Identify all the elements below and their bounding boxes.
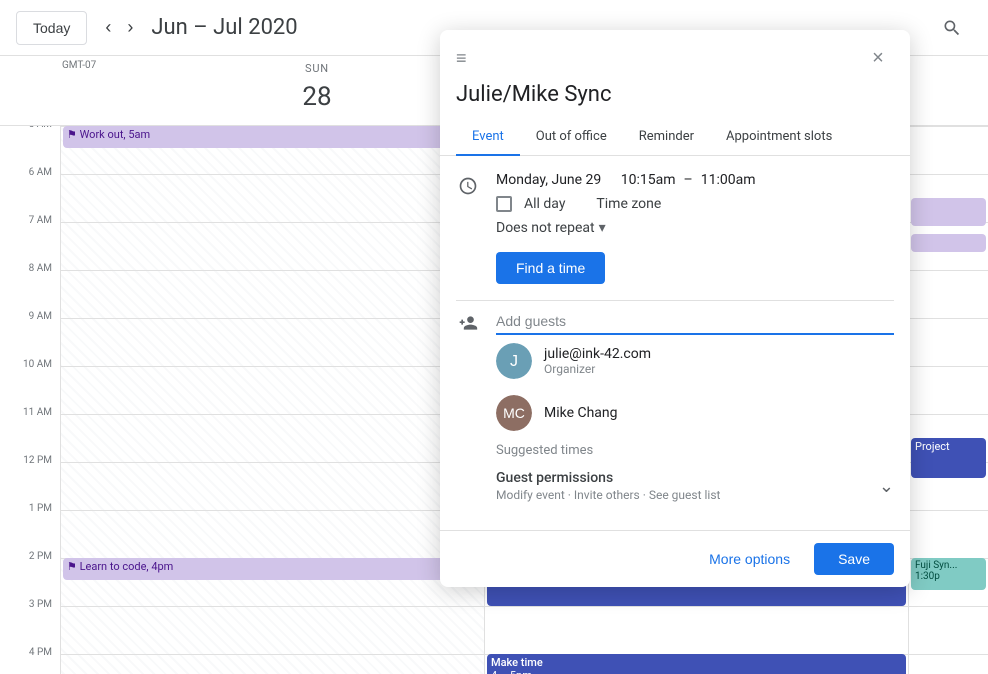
guests-content: J julie@ink-42.com Organizer [496, 309, 894, 502]
timezone-label[interactable]: Time zone [596, 196, 661, 212]
tab-reminder[interactable]: Reminder [623, 119, 710, 156]
time-5am: 5 AM [29, 126, 52, 130]
event-right-2[interactable] [911, 234, 986, 252]
time-11am: 11 AM [23, 407, 52, 418]
prev-button[interactable]: ‹ [99, 11, 117, 44]
event-time-end[interactable]: 11:00am [701, 172, 756, 188]
event-modal: ≡ × Julie/Mike Sync Event Out of office … [440, 30, 910, 587]
time-4pm: 4 PM [29, 647, 52, 658]
allday-checkbox[interactable] [496, 196, 512, 212]
datetime-row: Monday, June 29 10:15am – 11:00am All da… [456, 172, 894, 284]
guest-avatar-mike: MC [496, 395, 532, 431]
find-time-button[interactable]: Find a time [496, 252, 605, 284]
more-options-button[interactable]: More options [693, 543, 806, 575]
event-project-right[interactable]: Project [911, 438, 986, 478]
today-button[interactable]: Today [16, 11, 87, 45]
time-separator: – [684, 172, 693, 188]
guest-avatar-julie: J [496, 343, 532, 379]
repeat-row[interactable]: Does not repeat ▾ [496, 220, 894, 236]
datetime-display: Monday, June 29 10:15am – 11:00am [496, 172, 894, 188]
time-6am: 6 AM [29, 167, 52, 178]
allday-row: All day Time zone [496, 196, 894, 212]
allday-label[interactable]: All day [524, 196, 565, 212]
next-button[interactable]: › [121, 11, 139, 44]
day-num-sun[interactable]: 28 [295, 75, 339, 119]
event-date[interactable]: Monday, June 29 [496, 172, 601, 188]
repeat-dropdown[interactable]: Does not repeat ▾ [496, 220, 606, 236]
section-divider-1 [456, 300, 894, 301]
guests-row: J julie@ink-42.com Organizer [456, 309, 894, 502]
permissions-row[interactable]: Guest permissions Modify event · Invite … [496, 470, 894, 502]
time-1pm: 1 PM [29, 503, 52, 514]
repeat-label: Does not repeat [496, 220, 595, 236]
suggested-times[interactable]: Suggested times [496, 439, 894, 462]
tab-out-of-office[interactable]: Out of office [520, 119, 623, 156]
time-labels: 5 AM 6 AM 7 AM 8 AM 9 AM 10 AM 11 AM 12 … [0, 126, 60, 674]
clock-icon [456, 174, 480, 198]
event-make-time[interactable]: Make time 4 – 5pm [487, 654, 906, 674]
datetime-content: Monday, June 29 10:15am – 11:00am All da… [496, 172, 894, 284]
permissions-details: Modify event · Invite others · See guest… [496, 488, 720, 502]
search-icon[interactable] [932, 8, 972, 48]
chevron-down-icon: ▾ [599, 220, 606, 236]
guest-name-mike: Mike Chang [544, 405, 894, 421]
gmt-label: GMT-07 [60, 56, 98, 75]
modal-footer: More options Save [440, 530, 910, 587]
add-guests-input[interactable] [496, 309, 894, 335]
guest-info-mike: Mike Chang [544, 405, 894, 421]
guest-item-mike: MC Mike Chang [496, 387, 894, 439]
close-button[interactable]: × [862, 42, 894, 74]
permissions-info: Guest permissions Modify event · Invite … [496, 470, 720, 502]
time-10am: 10 AM [23, 359, 52, 370]
tab-event[interactable]: Event [456, 119, 520, 156]
nav-arrows: ‹ › [99, 11, 139, 44]
event-learn-code[interactable]: ⚑ Learn to code, 4pm [63, 558, 482, 580]
guest-email-julie: julie@ink-42.com [544, 346, 894, 362]
guest-info-julie: julie@ink-42.com Organizer [544, 346, 894, 376]
event-fuji-sync[interactable]: Fuji Syn... 1:30p [911, 558, 986, 590]
event-right-1[interactable] [911, 198, 986, 226]
time-8am: 8 AM [29, 263, 52, 274]
modal-tabs: Event Out of office Reminder Appointment… [440, 119, 910, 156]
time-7am: 7 AM [29, 215, 52, 226]
save-button[interactable]: Save [814, 543, 894, 575]
event-workout-sun[interactable]: ⚑ Work out, 5am [63, 126, 482, 148]
permissions-title: Guest permissions [496, 470, 720, 486]
time-9am: 9 AM [29, 311, 52, 322]
modal-title: Julie/Mike Sync [440, 82, 910, 119]
svg-text:MC: MC [503, 405, 525, 421]
right-column: Project Fuji Syn... 1:30p ng Stra... 8:3… [908, 126, 988, 674]
tab-appointment-slots[interactable]: Appointment slots [710, 119, 848, 156]
sunday-column[interactable]: ⚑ Work out, 5am ⚑ Learn to code, 4pm [60, 126, 484, 674]
modal-header: ≡ × [440, 30, 910, 82]
svg-text:J: J [510, 353, 518, 370]
event-time-start[interactable]: 10:15am [621, 172, 676, 188]
guest-role-julie: Organizer [544, 362, 894, 376]
chevron-down-icon-permissions: ⌄ [879, 476, 894, 497]
time-3pm: 3 PM [29, 599, 52, 610]
modal-body: Monday, June 29 10:15am – 11:00am All da… [440, 156, 910, 526]
drag-handle-icon[interactable]: ≡ [456, 48, 467, 69]
time-2pm: 2 PM [29, 551, 52, 562]
guest-item-julie: J julie@ink-42.com Organizer [496, 335, 894, 387]
time-12pm: 12 PM [23, 455, 52, 466]
guests-icon [456, 311, 480, 335]
